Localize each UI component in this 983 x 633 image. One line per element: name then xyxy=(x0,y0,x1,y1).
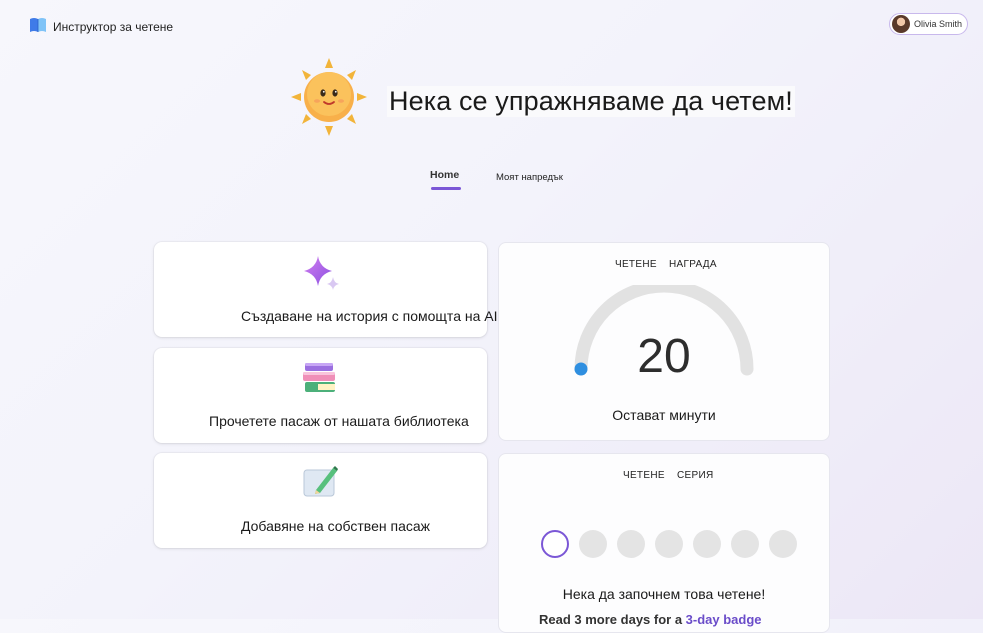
minutes-left-caption: Остават минути xyxy=(612,407,716,423)
app-title: Инструктор за четене xyxy=(53,20,174,34)
streak-goal-prefix: Read 3 more days for a xyxy=(539,612,686,627)
streak-heading-streak: СЕРИЯ xyxy=(677,470,714,481)
read-library-passage-card[interactable]: Прочетете пасаж от нашата библиотека xyxy=(154,348,487,443)
sparkle-icon xyxy=(304,256,339,290)
add-own-passage-card[interactable]: Добавяне на собствен пасаж xyxy=(154,453,487,548)
streak-message: Нека да започнем това четене! xyxy=(562,586,766,602)
books-icon xyxy=(303,363,335,392)
streak-day-dot xyxy=(693,530,721,558)
streak-day-dot xyxy=(655,530,683,558)
add-own-passage-label: Добавяне на собствен пасаж xyxy=(241,518,431,534)
award-heading-reading: ЧЕТЕНЕ xyxy=(615,259,657,270)
streak-day-dot xyxy=(579,530,607,558)
tab-my-progress[interactable]: Моят напредък xyxy=(496,172,563,183)
sun-mascot-icon xyxy=(291,58,367,136)
streak-badge-link[interactable]: 3-day badge xyxy=(686,612,762,627)
reading-streak-card: ЧЕТЕНЕ СЕРИЯ Нека да започнем това четен… xyxy=(498,453,830,633)
notepad-pencil-icon xyxy=(303,466,338,497)
avatar xyxy=(892,15,910,33)
reading-coach-logo-icon xyxy=(30,18,46,32)
tab-selected-indicator xyxy=(431,187,461,190)
streak-heading-reading: ЧЕТЕНЕ xyxy=(623,470,665,481)
profile-name: Olivia Smith xyxy=(914,19,963,29)
streak-day-dot xyxy=(731,530,759,558)
profile-button[interactable]: Olivia Smith xyxy=(889,13,968,35)
streak-day-dot xyxy=(541,530,569,558)
tab-home[interactable]: Home xyxy=(430,169,459,181)
create-ai-story-label: Създаване на история с помощта на AI xyxy=(241,308,498,324)
read-library-passage-label: Прочетете пасаж от нашата библиотека xyxy=(209,413,469,429)
streak-goal-text: Read 3 more days for a 3-day badge xyxy=(539,612,762,627)
minutes-left-value: 20 xyxy=(637,330,691,383)
page-title: Нека се упражняваме да четем! xyxy=(387,86,795,117)
streak-days xyxy=(541,530,797,558)
create-ai-story-card[interactable]: Създаване на история с помощта на AI xyxy=(154,242,498,337)
app-header: Инструктор за четене Olivia Smith xyxy=(0,0,983,50)
streak-day-dot xyxy=(769,530,797,558)
award-heading-award: НАГРАДА xyxy=(669,259,717,270)
streak-day-dot xyxy=(617,530,645,558)
reading-award-card: ЧЕТЕНЕ НАГРАДА 20 Остават минути xyxy=(498,242,830,441)
